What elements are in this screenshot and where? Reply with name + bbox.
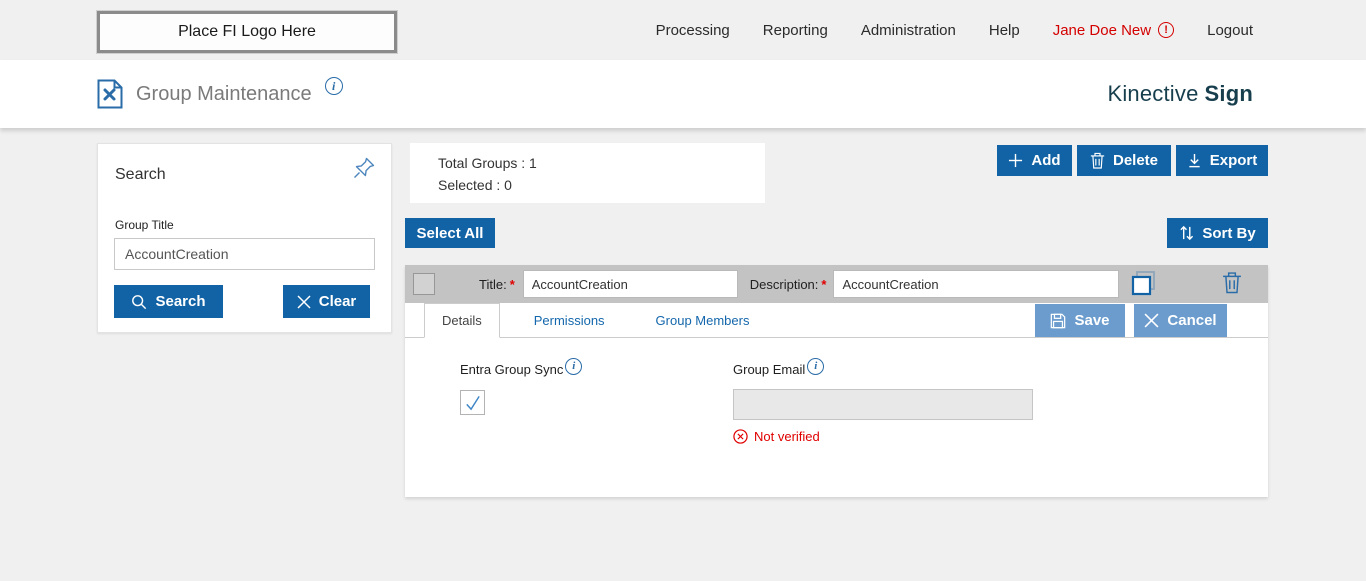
group-stats-box: Total Groups : 1 Selected : 0 [410,143,765,203]
group-maintenance-icon [97,79,123,109]
group-row-header: Title:* Description:* [405,265,1268,303]
cancel-button[interactable]: Cancel [1134,304,1227,337]
nav-administration[interactable]: Administration [861,22,956,39]
export-button[interactable]: Export [1176,145,1268,176]
save-floppy-icon [1050,313,1066,329]
page-title: Group Maintenance [136,83,312,106]
checkmark-icon [463,393,482,412]
nav-help[interactable]: Help [989,22,1020,39]
clear-button[interactable]: Clear [283,285,370,318]
search-button[interactable]: Search [114,285,223,318]
sort-arrows-icon [1179,225,1194,241]
fi-logo-placeholder[interactable]: Place FI Logo Here [97,11,397,53]
search-icon [131,294,147,310]
page-title-info-icon[interactable]: i [325,77,343,95]
group-email-info-icon[interactable]: i [807,358,824,375]
search-button-label: Search [155,293,205,310]
main-nav: Processing Reporting Administration Help… [656,0,1253,60]
search-panel-title: Search [115,166,166,184]
sort-by-label: Sort By [1202,225,1255,242]
selected-count-text: Selected : 0 [438,174,765,196]
search-panel: Search Group Title Search Clear [97,143,392,333]
add-button-label: Add [1031,152,1060,169]
group-email-label: Group Email i [733,362,1033,379]
nav-processing[interactable]: Processing [656,22,730,39]
title-field-label: Title:* [479,277,515,292]
group-email-input [733,389,1033,420]
export-download-icon [1187,153,1202,169]
page-header: Group Maintenance i Kinective Sign [0,60,1366,128]
not-verified-icon [733,429,748,444]
tab-details[interactable]: Details [424,303,500,338]
nav-logout[interactable]: Logout [1207,22,1253,39]
entra-group-sync-label: Entra Group Sync i [460,362,582,379]
select-all-button[interactable]: Select All [405,218,495,248]
nav-reporting[interactable]: Reporting [763,22,828,39]
group-title-input[interactable] [114,238,375,270]
total-groups-text: Total Groups : 1 [438,152,765,174]
brand-name: Kinective [1107,81,1198,107]
title-input[interactable] [523,270,738,298]
brand-product: Sign [1205,81,1253,107]
nav-user-label: Jane Doe New [1053,22,1151,39]
entra-group-sync-info-icon[interactable]: i [565,358,582,375]
save-button-label: Save [1074,312,1109,329]
row-trash-icon [1222,271,1242,294]
delete-button-label: Delete [1113,152,1158,169]
fi-logo-text: Place FI Logo Here [178,23,316,41]
group-card: Title:* Description:* Details Permission [405,265,1268,497]
trash-icon [1090,152,1105,169]
pin-icon[interactable] [351,156,377,182]
clear-x-icon [297,295,311,309]
top-action-buttons: Add Delete Export [997,145,1268,176]
copy-group-button[interactable] [1129,269,1159,299]
plus-icon [1008,153,1023,168]
description-field-label: Description:* [750,277,827,292]
copy-icon [1130,269,1158,297]
description-input[interactable] [833,270,1119,298]
title-required-mark: * [510,277,515,292]
nav-user-jane-doe-new[interactable]: Jane Doe New ! [1053,22,1174,39]
clear-button-label: Clear [319,293,357,310]
top-bar: Place FI Logo Here Processing Reporting … [0,0,1366,60]
description-required-mark: * [821,277,826,292]
user-alert-icon: ! [1158,22,1174,38]
group-title-label: Group Title [115,218,174,232]
tab-group-members[interactable]: Group Members [639,303,767,337]
tab-permissions[interactable]: Permissions [517,303,622,337]
delete-button[interactable]: Delete [1077,145,1171,176]
not-verified-text: Not verified [754,429,820,444]
brand-logo: Kinective Sign [1107,60,1253,128]
sort-by-button[interactable]: Sort By [1167,218,1268,248]
cancel-button-label: Cancel [1167,312,1216,329]
delete-group-row-button[interactable] [1220,271,1244,297]
group-tabs-bar: Details Permissions Group Members Save C… [405,303,1268,338]
select-all-label: Select All [417,225,484,242]
add-button[interactable]: Add [997,145,1072,176]
export-button-label: Export [1210,152,1258,169]
row-select-checkbox[interactable] [413,273,435,295]
email-verification-status: Not verified [733,429,1033,444]
cancel-x-icon [1144,313,1159,328]
entra-group-sync-checkbox[interactable] [460,390,485,415]
details-tab-content: Entra Group Sync i Group Email i [405,338,1268,496]
save-button[interactable]: Save [1035,304,1125,337]
